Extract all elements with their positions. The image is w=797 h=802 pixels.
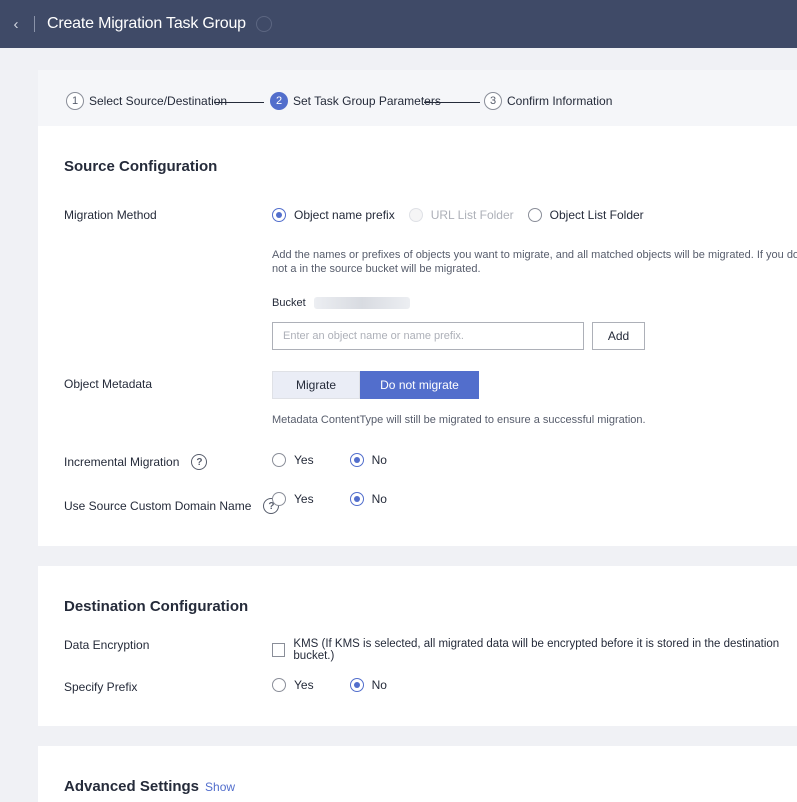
custom-domain-text: Use Source Custom Domain Name: [64, 499, 252, 513]
radio-label: Yes: [294, 453, 314, 467]
radio-custom-domain-no[interactable]: No: [349, 492, 387, 506]
radio-label: Object List Folder: [549, 208, 644, 222]
radio-checked-icon: [272, 208, 286, 222]
step-1: 1 Select Source/Destination: [66, 92, 227, 110]
migration-method-label: Migration Method: [64, 208, 157, 222]
kms-checkbox[interactable]: KMS (If KMS is selected, all migrated da…: [272, 638, 797, 662]
object-metadata-hint: Metadata ContentType will still be migra…: [272, 414, 646, 426]
migrate-option[interactable]: Migrate: [272, 371, 360, 399]
radio-checked-icon: [349, 453, 364, 467]
step-2-label: Set Task Group Parameters: [293, 94, 441, 108]
question-icon[interactable]: ?: [191, 454, 208, 470]
radio-label: No: [371, 492, 387, 506]
radio-object-list-folder[interactable]: Object List Folder: [527, 208, 644, 222]
bucket-name-redacted: [313, 297, 410, 310]
radio-unchecked-icon: [527, 208, 542, 222]
radio-incremental-no[interactable]: No: [349, 453, 387, 467]
radio-incremental-yes[interactable]: Yes: [272, 453, 314, 467]
incremental-migration-radios: Yes No: [272, 453, 401, 467]
destination-config-title: Destination Configuration: [64, 598, 249, 615]
radio-checked-icon: [349, 678, 364, 692]
do-not-migrate-option[interactable]: Do not migrate: [360, 371, 479, 399]
step-2-number: 2: [270, 92, 288, 110]
source-config-card: Source Configuration Migration Method Ob…: [38, 126, 797, 546]
specify-prefix-label: Specify Prefix: [64, 680, 138, 694]
step-connector: [424, 102, 480, 103]
header-divider: [34, 16, 35, 32]
incremental-migration-text: Incremental Migration: [64, 455, 180, 469]
step-1-label: Select Source/Destination: [89, 94, 228, 108]
step-3-label: Confirm Information: [507, 94, 613, 108]
migration-method-radios: Object name prefix URL List Folder Objec…: [272, 208, 658, 222]
step-connector: [214, 102, 264, 103]
step-3-number: 3: [484, 92, 502, 110]
destination-config-card: Destination Configuration Data Encryptio…: [38, 566, 797, 726]
step-indicator: 1 Select Source/Destination 2 Set Task G…: [38, 70, 797, 126]
top-bar: ‹ Create Migration Task Group: [0, 0, 797, 48]
migration-method-hint: Add the names or prefixes of objects you…: [272, 249, 797, 275]
kms-checkbox-label: KMS (If KMS is selected, all migrated da…: [293, 638, 780, 662]
show-advanced-link[interactable]: Show: [205, 780, 235, 794]
advanced-settings-header: Advanced Settings Show: [64, 778, 235, 795]
radio-prefix-yes[interactable]: Yes: [272, 678, 314, 692]
radio-prefix-no[interactable]: No: [349, 678, 387, 692]
object-metadata-toggle: Migrate Do not migrate: [272, 371, 479, 399]
radio-label: No: [371, 678, 387, 692]
bucket-label: Bucket: [272, 297, 306, 309]
object-prefix-input[interactable]: Enter an object name or name prefix.: [272, 322, 584, 350]
advanced-settings-card: Advanced Settings Show: [38, 746, 797, 802]
incremental-migration-label: Incremental Migration ?: [64, 454, 208, 470]
radio-unchecked-icon: [272, 678, 286, 692]
step-2: 2 Set Task Group Parameters: [270, 92, 441, 110]
custom-domain-radios: Yes No: [272, 492, 401, 506]
radio-label: No: [371, 453, 387, 467]
radio-label: URL List Folder: [430, 208, 514, 222]
radio-disabled-icon: [408, 208, 423, 222]
step-3: 3 Confirm Information: [484, 92, 612, 110]
back-arrow-icon[interactable]: ‹: [4, 0, 28, 48]
radio-label: Yes: [294, 678, 314, 692]
data-encryption-label: Data Encryption: [64, 638, 150, 652]
advanced-settings-title: Advanced Settings: [64, 778, 200, 795]
checkbox-icon: [272, 643, 286, 657]
radio-object-name-prefix[interactable]: Object name prefix: [272, 208, 395, 222]
radio-url-list-folder: URL List Folder: [408, 208, 514, 222]
custom-domain-label: Use Source Custom Domain Name ?: [64, 498, 280, 514]
radio-custom-domain-yes[interactable]: Yes: [272, 492, 314, 506]
add-button[interactable]: Add: [592, 322, 645, 350]
radio-label: Yes: [294, 492, 314, 506]
object-metadata-label: Object Metadata: [64, 377, 153, 391]
radio-checked-icon: [349, 492, 364, 506]
page-title: Create Migration Task Group: [47, 15, 246, 32]
help-icon[interactable]: [255, 16, 272, 32]
bucket-row: Bucket: [272, 296, 797, 310]
radio-label: Object name prefix: [294, 208, 395, 222]
radio-unchecked-icon: [272, 453, 286, 467]
radio-unchecked-icon: [272, 492, 286, 506]
specify-prefix-radios: Yes No: [272, 678, 401, 692]
source-config-title: Source Configuration: [64, 158, 218, 175]
step-1-number: 1: [66, 92, 84, 110]
